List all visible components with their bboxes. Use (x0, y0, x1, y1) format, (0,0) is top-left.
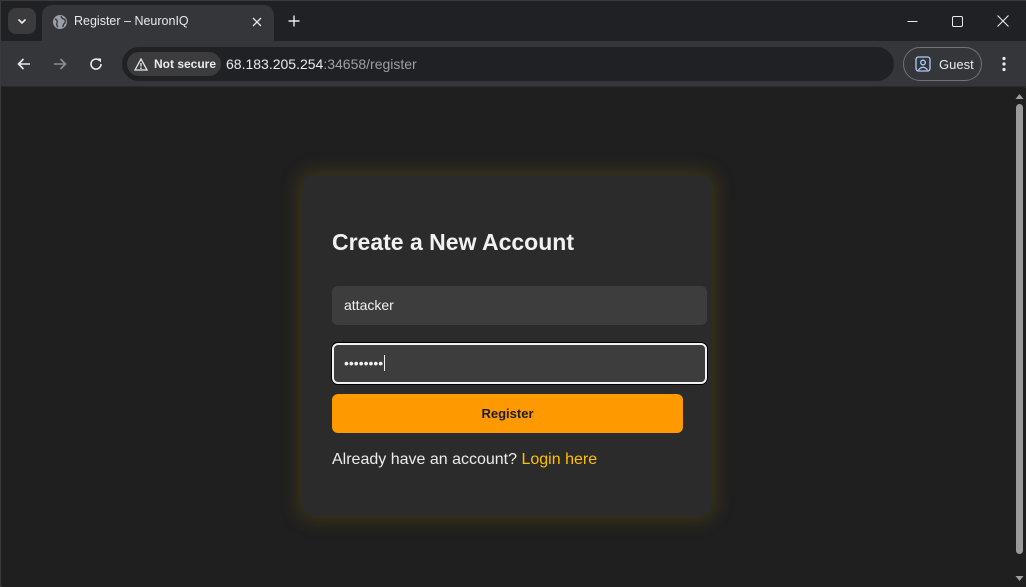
plus-icon (288, 15, 300, 27)
security-chip-label: Not secure (154, 57, 217, 71)
maximize-icon (951, 15, 963, 27)
username-input[interactable]: attacker (332, 286, 707, 325)
maximize-button[interactable] (934, 1, 980, 41)
back-button[interactable] (10, 50, 38, 78)
tab-title: Register – NeuronIQ (74, 14, 189, 28)
reload-icon (90, 58, 102, 70)
url-host: 68.183.205.254 (226, 56, 324, 72)
browser-toolbar: Not secure 68.183.205.254:34658/register… (1, 41, 1026, 87)
register-button[interactable]: Register (332, 394, 683, 433)
arrow-left-icon (17, 58, 30, 70)
tab-close-button[interactable] (248, 13, 266, 31)
url-path: :34658/register (323, 56, 417, 72)
page-scrollbar[interactable] (1013, 88, 1026, 587)
globe-icon (53, 15, 67, 29)
scroll-down-arrow-icon[interactable] (1015, 574, 1024, 583)
reload-button[interactable] (82, 50, 110, 78)
scrollbar-thumb[interactable] (1016, 104, 1023, 554)
minimize-button[interactable] (889, 1, 935, 41)
browser-window: Register – NeuronIQ Not secure 68.183.20… (0, 0, 1026, 587)
close-icon (997, 15, 1009, 27)
warning-icon (134, 57, 148, 71)
address-bar[interactable]: Not secure 68.183.205.254:34658/register (122, 47, 894, 81)
register-card: Create a New Account attacker •••••••• R… (302, 175, 712, 516)
url-text[interactable]: 68.183.205.254:34658/register (226, 56, 417, 72)
security-chip[interactable]: Not secure (127, 52, 221, 76)
tab-register[interactable]: Register – NeuronIQ (42, 5, 274, 41)
person-icon (915, 56, 931, 72)
login-link[interactable]: Login here (521, 451, 597, 468)
minimize-icon (907, 20, 917, 22)
login-prompt: Already have an account? (332, 451, 518, 468)
profile-button[interactable]: Guest (903, 47, 982, 81)
tab-strip: Register – NeuronIQ (1, 1, 1026, 41)
text-caret (384, 355, 386, 372)
forward-button[interactable] (46, 50, 74, 78)
arrow-right-icon (54, 58, 67, 70)
close-icon (252, 17, 262, 27)
new-tab-button[interactable] (282, 9, 306, 33)
password-input[interactable]: •••••••• (332, 343, 707, 384)
close-window-button[interactable] (980, 1, 1026, 41)
login-prompt-line: Already have an account? Login here (332, 451, 597, 469)
tab-search-button[interactable] (8, 8, 36, 34)
kebab-menu-icon (1002, 56, 1006, 72)
scroll-up-arrow-icon[interactable] (1015, 92, 1024, 101)
chevron-down-icon (17, 18, 27, 25)
page-viewport: Create a New Account attacker •••••••• R… (2, 88, 1013, 587)
profile-label: Guest (939, 56, 974, 72)
browser-menu-button[interactable] (991, 50, 1017, 78)
page-title: Create a New Account (332, 229, 574, 255)
password-value: •••••••• (344, 355, 384, 371)
